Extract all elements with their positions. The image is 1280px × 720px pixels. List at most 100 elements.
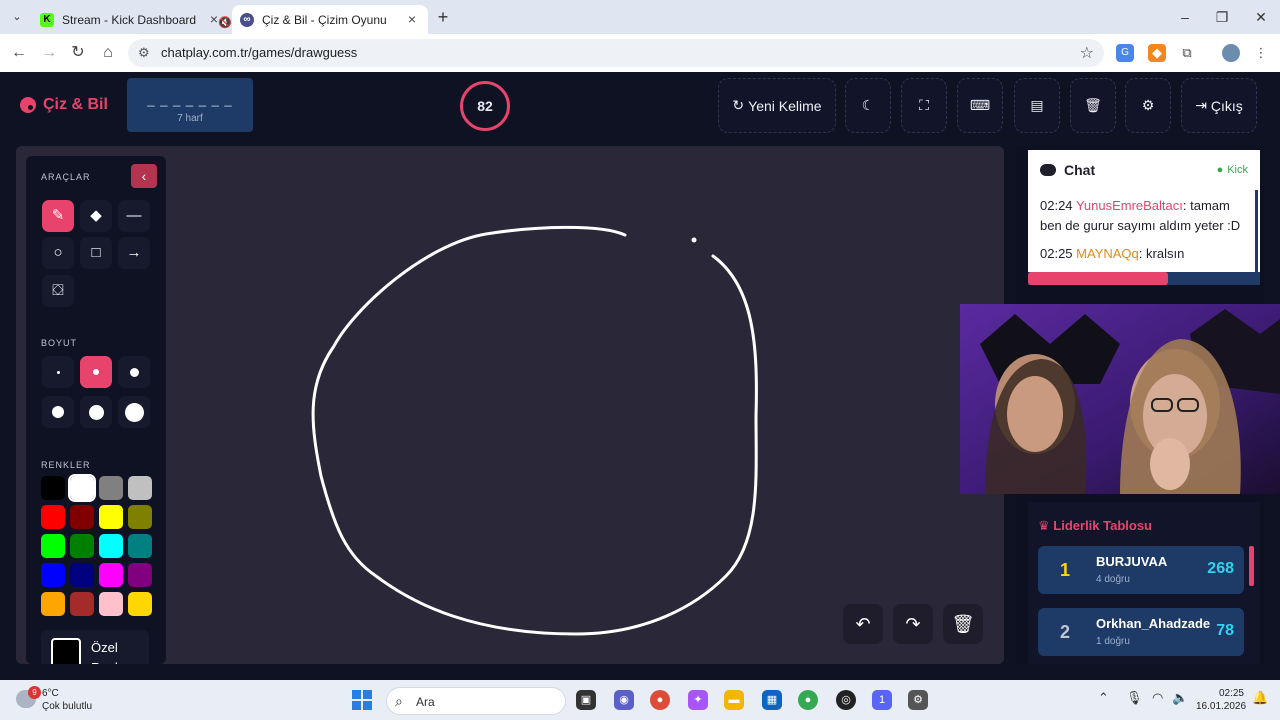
dark-mode-button[interactable]: ☾: [845, 78, 891, 133]
drawing-canvas[interactable]: ARAÇLAR ‹ ✎ ◆ — ○ □ → ⛋ BOYUT RENKLER Öz…: [16, 146, 1004, 664]
discord-icon[interactable]: 1: [872, 690, 892, 710]
back-icon[interactable]: ←: [8, 42, 30, 64]
size-option-xl[interactable]: [80, 396, 112, 428]
redo-button[interactable]: ↷: [893, 604, 933, 644]
home-icon[interactable]: ⌂: [97, 42, 119, 64]
color-swatch[interactable]: [70, 505, 94, 529]
file-explorer-icon[interactable]: ▬: [724, 690, 744, 710]
window-close-icon[interactable]: ✕: [1246, 6, 1276, 28]
tab-ciz-bil[interactable]: ∞ Çiz & Bil - Çizim Oyunu ×: [232, 5, 428, 34]
color-swatch[interactable]: [99, 534, 123, 558]
correct-count: 4 doğru: [1096, 574, 1130, 585]
speaker-icon[interactable]: 🔈: [1172, 690, 1188, 706]
metamask-extension-icon[interactable]: ◆: [1148, 44, 1166, 62]
line-tool[interactable]: —: [118, 200, 150, 232]
task-view-icon[interactable]: ▣: [576, 690, 596, 710]
line-icon: —: [126, 207, 142, 224]
color-swatch[interactable]: [41, 505, 65, 529]
close-tab-icon[interactable]: ×: [404, 11, 420, 27]
keyboard-button[interactable]: ⌨: [957, 78, 1003, 133]
close-tab-icon[interactable]: ×: [206, 11, 222, 27]
arrow-tool[interactable]: →: [118, 237, 150, 269]
reload-icon[interactable]: ↻: [67, 42, 89, 64]
message-user[interactable]: YunusEmreBaltacı: [1076, 198, 1183, 213]
logout-button[interactable]: ⇥ Çıkış: [1181, 78, 1257, 133]
minimize-icon[interactable]: –: [1170, 6, 1200, 28]
message-user[interactable]: MAYNAQq: [1076, 246, 1139, 261]
leaderboard-scrollbar[interactable]: [1249, 546, 1254, 586]
microphone-icon[interactable]: 🎙: [1126, 690, 1143, 706]
settings-button[interactable]: ⚙: [1125, 78, 1171, 133]
color-swatch[interactable]: [99, 563, 123, 587]
translate-extension-icon[interactable]: G: [1116, 44, 1134, 62]
size-option-m[interactable]: [118, 356, 150, 388]
color-swatch[interactable]: [128, 592, 152, 616]
chrome-active-icon[interactable]: ●: [798, 690, 818, 710]
platform-badge: Kick: [1217, 164, 1248, 176]
profile-avatar[interactable]: [1222, 44, 1240, 62]
clear-canvas-button[interactable]: 🗑: [943, 604, 983, 644]
store-icon[interactable]: ▦: [762, 690, 782, 710]
start-button[interactable]: [352, 690, 372, 710]
tray-chevron-icon[interactable]: ⌃: [1098, 690, 1109, 706]
system-clock[interactable]: 02:25 16.01.2026: [1196, 687, 1246, 713]
browser-tabstrip: ⌄ K Stream - Kick Dashboard 🔇 × ∞ Çiz & …: [0, 0, 1280, 34]
restore-icon[interactable]: ❐: [1207, 6, 1237, 28]
site-info-icon[interactable]: ⚙: [138, 45, 150, 61]
browser-menu-icon[interactable]: ⋮: [1252, 44, 1270, 62]
app-logo[interactable]: Çiz & Bil: [20, 96, 108, 114]
color-swatch[interactable]: [128, 505, 152, 529]
settings-app-icon[interactable]: ⚙: [908, 690, 928, 710]
custom-color-button[interactable]: Özel Renk: [41, 630, 149, 664]
color-swatch[interactable]: [99, 476, 123, 500]
wifi-icon[interactable]: ◠: [1152, 690, 1163, 706]
tab-search-icon[interactable]: ⌄: [8, 8, 26, 26]
collapse-panel-button[interactable]: ‹: [131, 164, 157, 188]
new-tab-icon[interactable]: +: [434, 6, 452, 28]
chat-scrollbar[interactable]: [1255, 190, 1258, 272]
size-option-xxl[interactable]: [118, 396, 150, 428]
teams-icon[interactable]: ◉: [614, 690, 634, 710]
new-word-button[interactable]: ↻ Yeni Kelime: [718, 78, 836, 133]
square-icon: □: [91, 244, 101, 261]
color-swatch[interactable]: [41, 563, 65, 587]
circle-tool[interactable]: ○: [42, 237, 74, 269]
bookmark-star-icon[interactable]: ☆: [1080, 43, 1094, 63]
notification-bell-icon[interactable]: 🔔: [1252, 690, 1268, 706]
fullscreen-button[interactable]: ⛶: [901, 78, 947, 133]
weather-temp: 6°C: [42, 688, 59, 699]
copilot-icon[interactable]: ✦: [688, 690, 708, 710]
eraser-tool[interactable]: ◆: [80, 200, 112, 232]
color-swatch[interactable]: [68, 474, 96, 502]
size-option-s[interactable]: [80, 356, 112, 388]
color-swatch[interactable]: [70, 563, 94, 587]
color-swatch[interactable]: [41, 534, 65, 558]
color-swatch[interactable]: [70, 534, 94, 558]
color-swatch[interactable]: [128, 534, 152, 558]
color-swatch[interactable]: [99, 592, 123, 616]
color-swatch[interactable]: [41, 592, 65, 616]
size-option-l[interactable]: [42, 396, 74, 428]
weather-widget[interactable]: 9 6°C Çok bulutlu: [14, 686, 124, 714]
color-swatch[interactable]: [41, 476, 65, 500]
undo-button[interactable]: ↶: [843, 604, 883, 644]
color-swatch[interactable]: [128, 476, 152, 500]
taskbar-search[interactable]: ⌕ Ara: [386, 687, 566, 715]
extensions-puzzle-icon[interactable]: ⧉: [1178, 44, 1196, 62]
forward-icon[interactable]: →: [38, 42, 60, 64]
chrome-icon[interactable]: ●: [650, 690, 670, 710]
brush-tool[interactable]: ✎: [42, 200, 74, 232]
color-swatch[interactable]: [70, 592, 94, 616]
webcam-overlay: [960, 304, 1280, 494]
tab-kick-dashboard[interactable]: K Stream - Kick Dashboard 🔇 ×: [32, 5, 232, 34]
url-text[interactable]: chatplay.com.tr/games/drawguess: [161, 45, 357, 60]
fill-tool[interactable]: ⛋: [42, 275, 74, 307]
obs-icon[interactable]: ◎: [836, 690, 856, 710]
archive-button[interactable]: ▤: [1014, 78, 1060, 133]
rectangle-tool[interactable]: □: [80, 237, 112, 269]
address-bar[interactable]: ⚙ chatplay.com.tr/games/drawguess ☆: [128, 39, 1104, 67]
color-swatch[interactable]: [128, 563, 152, 587]
clear-chat-button[interactable]: 🗑: [1070, 78, 1116, 133]
color-swatch[interactable]: [99, 505, 123, 529]
size-option-xs[interactable]: [42, 356, 74, 388]
